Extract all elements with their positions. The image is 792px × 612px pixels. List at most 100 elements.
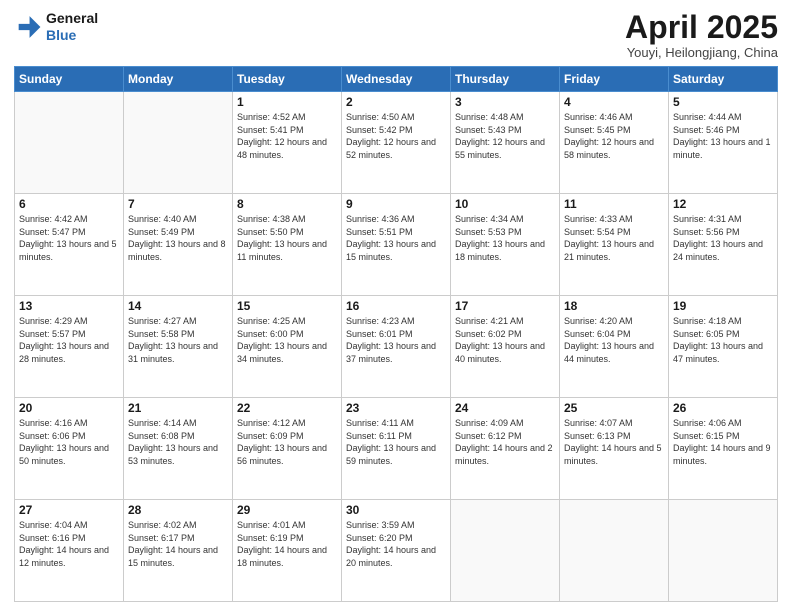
- day-info: Sunrise: 4:36 AM Sunset: 5:51 PM Dayligh…: [346, 213, 446, 263]
- calendar-cell: 5 Sunrise: 4:44 AM Sunset: 5:46 PM Daylig…: [669, 92, 778, 194]
- day-number: 18: [564, 299, 664, 313]
- day-info: Sunrise: 4:33 AM Sunset: 5:54 PM Dayligh…: [564, 213, 664, 263]
- calendar-cell: 26Sunrise: 4:06 AM Sunset: 6:15 PM Dayli…: [669, 398, 778, 500]
- day-info: Sunrise: 4:31 AM Sunset: 5:56 PM Dayligh…: [673, 213, 773, 263]
- day-info: Sunrise: 4:44 AM Sunset: 5:46 PM Dayligh…: [673, 111, 773, 161]
- day-number: 23: [346, 401, 446, 415]
- day-info: Sunrise: 4:42 AM Sunset: 5:47 PM Dayligh…: [19, 213, 119, 263]
- day-number: 4: [564, 95, 664, 109]
- page: General Blue April 2025 Youyi, Heilongji…: [0, 0, 792, 612]
- day-info: Sunrise: 4:27 AM Sunset: 5:58 PM Dayligh…: [128, 315, 228, 365]
- calendar-cell: [669, 500, 778, 602]
- day-number: 6: [19, 197, 119, 211]
- day-number: 8: [237, 197, 337, 211]
- calendar-week-3: 13 Sunrise: 4:29 AM Sunset: 5:57 PM Dayli…: [15, 296, 778, 398]
- day-number: 11: [564, 197, 664, 211]
- day-number: 7: [128, 197, 228, 211]
- calendar-cell: 3Sunrise: 4:48 AM Sunset: 5:43 PM Daylig…: [451, 92, 560, 194]
- calendar-cell: 30 Sunrise: 3:59 AM Sunset: 6:20 PM Dayli…: [342, 500, 451, 602]
- day-info: Sunrise: 4:46 AM Sunset: 5:45 PM Dayligh…: [564, 111, 664, 161]
- calendar-cell: 22Sunrise: 4:12 AM Sunset: 6:09 PM Dayli…: [233, 398, 342, 500]
- calendar-cell: 1 Sunrise: 4:52 AM Sunset: 5:41 PM Daylig…: [233, 92, 342, 194]
- logo-icon: [14, 13, 42, 41]
- calendar-cell: [560, 500, 669, 602]
- calendar-cell: 12 Sunrise: 4:31 AM Sunset: 5:56 PM Dayli…: [669, 194, 778, 296]
- day-info: Sunrise: 4:12 AM Sunset: 6:09 PM Dayligh…: [237, 417, 337, 467]
- calendar-week-4: 20 Sunrise: 4:16 AM Sunset: 6:06 PM Dayli…: [15, 398, 778, 500]
- calendar-cell: [15, 92, 124, 194]
- calendar-cell: 10Sunrise: 4:34 AM Sunset: 5:53 PM Dayli…: [451, 194, 560, 296]
- day-info: Sunrise: 4:01 AM Sunset: 6:19 PM Dayligh…: [237, 519, 337, 569]
- weekday-header-friday: Friday: [560, 67, 669, 92]
- day-number: 2: [346, 95, 446, 109]
- day-info: Sunrise: 4:50 AM Sunset: 5:42 PM Dayligh…: [346, 111, 446, 161]
- day-info: Sunrise: 4:21 AM Sunset: 6:02 PM Dayligh…: [455, 315, 555, 365]
- day-info: Sunrise: 4:02 AM Sunset: 6:17 PM Dayligh…: [128, 519, 228, 569]
- calendar-cell: 2 Sunrise: 4:50 AM Sunset: 5:42 PM Daylig…: [342, 92, 451, 194]
- calendar-cell: 17 Sunrise: 4:21 AM Sunset: 6:02 PM Dayli…: [451, 296, 560, 398]
- day-info: Sunrise: 4:25 AM Sunset: 6:00 PM Dayligh…: [237, 315, 337, 365]
- calendar-cell: 20 Sunrise: 4:16 AM Sunset: 6:06 PM Dayli…: [15, 398, 124, 500]
- calendar-cell: [124, 92, 233, 194]
- calendar-week-1: 1 Sunrise: 4:52 AM Sunset: 5:41 PM Daylig…: [15, 92, 778, 194]
- calendar-cell: 29Sunrise: 4:01 AM Sunset: 6:19 PM Dayli…: [233, 500, 342, 602]
- calendar-cell: 6 Sunrise: 4:42 AM Sunset: 5:47 PM Daylig…: [15, 194, 124, 296]
- day-number: 9: [346, 197, 446, 211]
- day-number: 14: [128, 299, 228, 313]
- day-number: 13: [19, 299, 119, 313]
- day-number: 10: [455, 197, 555, 211]
- calendar-cell: 16 Sunrise: 4:23 AM Sunset: 6:01 PM Dayli…: [342, 296, 451, 398]
- day-info: Sunrise: 4:48 AM Sunset: 5:43 PM Dayligh…: [455, 111, 555, 161]
- day-info: Sunrise: 4:38 AM Sunset: 5:50 PM Dayligh…: [237, 213, 337, 263]
- day-number: 20: [19, 401, 119, 415]
- calendar-cell: 21 Sunrise: 4:14 AM Sunset: 6:08 PM Dayli…: [124, 398, 233, 500]
- weekday-header-saturday: Saturday: [669, 67, 778, 92]
- day-info: Sunrise: 3:59 AM Sunset: 6:20 PM Dayligh…: [346, 519, 446, 569]
- month-title: April 2025: [625, 10, 778, 45]
- day-info: Sunrise: 4:52 AM Sunset: 5:41 PM Dayligh…: [237, 111, 337, 161]
- calendar-cell: 8 Sunrise: 4:38 AM Sunset: 5:50 PM Daylig…: [233, 194, 342, 296]
- day-number: 30: [346, 503, 446, 517]
- calendar-cell: 7 Sunrise: 4:40 AM Sunset: 5:49 PM Daylig…: [124, 194, 233, 296]
- calendar-cell: 18 Sunrise: 4:20 AM Sunset: 6:04 PM Dayli…: [560, 296, 669, 398]
- day-number: 19: [673, 299, 773, 313]
- day-info: Sunrise: 4:29 AM Sunset: 5:57 PM Dayligh…: [19, 315, 119, 365]
- location: Youyi, Heilongjiang, China: [625, 45, 778, 60]
- weekday-header-monday: Monday: [124, 67, 233, 92]
- day-info: Sunrise: 4:07 AM Sunset: 6:13 PM Dayligh…: [564, 417, 664, 467]
- day-number: 16: [346, 299, 446, 313]
- day-info: Sunrise: 4:09 AM Sunset: 6:12 PM Dayligh…: [455, 417, 555, 467]
- day-number: 27: [19, 503, 119, 517]
- weekday-header-row: SundayMondayTuesdayWednesdayThursdayFrid…: [15, 67, 778, 92]
- day-number: 21: [128, 401, 228, 415]
- calendar-cell: 11 Sunrise: 4:33 AM Sunset: 5:54 PM Dayli…: [560, 194, 669, 296]
- day-number: 24: [455, 401, 555, 415]
- day-number: 1: [237, 95, 337, 109]
- day-info: Sunrise: 4:16 AM Sunset: 6:06 PM Dayligh…: [19, 417, 119, 467]
- day-number: 17: [455, 299, 555, 313]
- weekday-header-sunday: Sunday: [15, 67, 124, 92]
- day-info: Sunrise: 4:18 AM Sunset: 6:05 PM Dayligh…: [673, 315, 773, 365]
- calendar-cell: 13 Sunrise: 4:29 AM Sunset: 5:57 PM Dayli…: [15, 296, 124, 398]
- day-info: Sunrise: 4:23 AM Sunset: 6:01 PM Dayligh…: [346, 315, 446, 365]
- calendar-cell: 19 Sunrise: 4:18 AM Sunset: 6:05 PM Dayli…: [669, 296, 778, 398]
- calendar-week-2: 6 Sunrise: 4:42 AM Sunset: 5:47 PM Daylig…: [15, 194, 778, 296]
- calendar-cell: 28Sunrise: 4:02 AM Sunset: 6:17 PM Dayli…: [124, 500, 233, 602]
- weekday-header-wednesday: Wednesday: [342, 67, 451, 92]
- top-section: General Blue April 2025 Youyi, Heilongji…: [14, 10, 778, 60]
- calendar-cell: 25Sunrise: 4:07 AM Sunset: 6:13 PM Dayli…: [560, 398, 669, 500]
- calendar-cell: 23Sunrise: 4:11 AM Sunset: 6:11 PM Dayli…: [342, 398, 451, 500]
- day-number: 12: [673, 197, 773, 211]
- day-info: Sunrise: 4:40 AM Sunset: 5:49 PM Dayligh…: [128, 213, 228, 263]
- calendar-cell: [451, 500, 560, 602]
- day-number: 5: [673, 95, 773, 109]
- weekday-header-thursday: Thursday: [451, 67, 560, 92]
- calendar-cell: 14 Sunrise: 4:27 AM Sunset: 5:58 PM Dayli…: [124, 296, 233, 398]
- day-info: Sunrise: 4:04 AM Sunset: 6:16 PM Dayligh…: [19, 519, 119, 569]
- calendar-table: SundayMondayTuesdayWednesdayThursdayFrid…: [14, 66, 778, 602]
- day-info: Sunrise: 4:20 AM Sunset: 6:04 PM Dayligh…: [564, 315, 664, 365]
- day-number: 26: [673, 401, 773, 415]
- day-info: Sunrise: 4:14 AM Sunset: 6:08 PM Dayligh…: [128, 417, 228, 467]
- day-number: 15: [237, 299, 337, 313]
- calendar-cell: 24 Sunrise: 4:09 AM Sunset: 6:12 PM Dayli…: [451, 398, 560, 500]
